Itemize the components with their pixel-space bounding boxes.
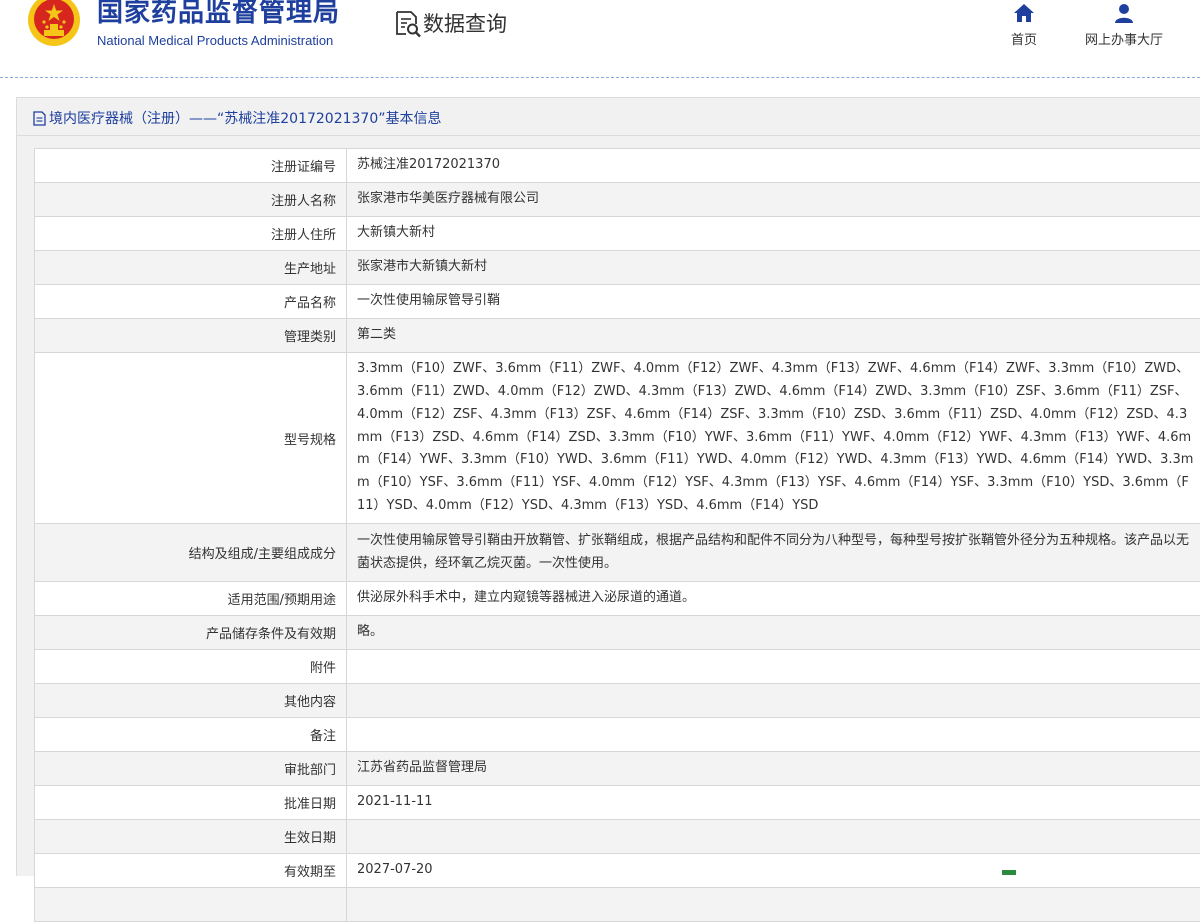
field-label: 产品储存条件及有效期 bbox=[34, 616, 347, 649]
panel-title-divider bbox=[17, 135, 1200, 136]
site-header: 国家药品监督管理局 National Medical Products Admi… bbox=[0, 0, 1200, 78]
field-label: 生效日期 bbox=[34, 820, 347, 853]
field-label: 生产地址 bbox=[34, 251, 347, 284]
table-row: 生效日期 bbox=[34, 820, 1200, 854]
field-label: 结构及组成/主要组成成分 bbox=[34, 524, 347, 581]
field-label bbox=[34, 888, 347, 921]
field-value: 供泌尿外科手术中，建立内窥镜等器械进入泌尿道的通道。 bbox=[347, 582, 1200, 615]
table-row: 批准日期 2021-11-11 bbox=[34, 786, 1200, 820]
nav-service-hall-label: 网上办事大厅 bbox=[1084, 33, 1163, 48]
field-label: 备注 bbox=[34, 718, 347, 751]
data-query-title: 数据查询 bbox=[423, 12, 507, 36]
detail-panel: 境内医疗器械（注册）——“苏械注准20172021370”基本信息 注册证编号 … bbox=[16, 97, 1200, 922]
table-row: 注册证编号 苏械注准20172021370 bbox=[34, 148, 1200, 183]
field-value: 一次性使用输尿管导引鞘由开放鞘管、扩张鞘组成，根据产品结构和配件不同分为八种型号… bbox=[347, 524, 1200, 581]
panel-title: 境内医疗器械（注册）——“苏械注准20172021370”基本信息 bbox=[33, 106, 441, 130]
field-value: 2021-11-11 bbox=[347, 786, 1200, 819]
field-label: 其他内容 bbox=[34, 684, 347, 717]
table-row: 产品储存条件及有效期 略。 bbox=[34, 616, 1200, 650]
nav-home[interactable]: 首页 bbox=[1004, 2, 1044, 48]
user-icon bbox=[1115, 4, 1133, 23]
field-value: 大新镇大新村 bbox=[347, 217, 1200, 250]
table-row: 附件 bbox=[34, 650, 1200, 684]
table-row: 注册人名称 张家港市华美医疗器械有限公司 bbox=[34, 183, 1200, 217]
field-value: 第二类 bbox=[347, 319, 1200, 352]
national-emblem-icon bbox=[28, 0, 80, 46]
table-row: 生产地址 张家港市大新镇大新村 bbox=[34, 251, 1200, 285]
field-label: 审批部门 bbox=[34, 752, 347, 785]
field-label: 适用范围/预期用途 bbox=[34, 582, 347, 615]
field-label: 注册人名称 bbox=[34, 183, 347, 216]
field-value bbox=[347, 888, 1200, 921]
table-row: 产品名称 一次性使用输尿管导引鞘 bbox=[34, 285, 1200, 319]
table-row bbox=[34, 888, 1200, 922]
field-value: 江苏省药品监督管理局 bbox=[347, 752, 1200, 785]
detail-table: 注册证编号 苏械注准20172021370 注册人名称 张家港市华美医疗器械有限… bbox=[34, 148, 1200, 922]
field-label: 型号规格 bbox=[34, 353, 347, 523]
table-row: 管理类别 第二类 bbox=[34, 319, 1200, 353]
table-row: 备注 bbox=[34, 718, 1200, 752]
field-value bbox=[347, 718, 1200, 751]
org-name-en: National Medical Products Administration bbox=[97, 33, 334, 48]
field-label: 附件 bbox=[34, 650, 347, 683]
floating-widget-edge bbox=[1002, 870, 1016, 875]
home-icon bbox=[1014, 4, 1034, 22]
field-value: 苏械注准20172021370 bbox=[347, 149, 1200, 182]
table-row: 型号规格 3.3mm（F10）ZWF、3.6mm（F11）ZWF、4.0mm（F… bbox=[34, 353, 1200, 524]
panel-title-text: 境内医疗器械（注册）——“苏械注准20172021370”基本信息 bbox=[49, 111, 442, 127]
nav-home-label: 首页 bbox=[1010, 33, 1037, 48]
field-value bbox=[347, 650, 1200, 683]
field-value bbox=[347, 820, 1200, 853]
field-label: 管理类别 bbox=[34, 319, 347, 352]
table-row: 结构及组成/主要组成成分 一次性使用输尿管导引鞘由开放鞘管、扩张鞘组成，根据产品… bbox=[34, 524, 1200, 582]
header-divider bbox=[0, 77, 1200, 78]
field-label: 批准日期 bbox=[34, 786, 347, 819]
field-value: 一次性使用输尿管导引鞘 bbox=[347, 285, 1200, 318]
field-value: 2027-07-20 bbox=[347, 854, 1200, 887]
org-name-cn: 国家药品监督管理局 bbox=[97, 0, 341, 28]
data-query-section: 数据查询 bbox=[392, 8, 507, 38]
field-value: 张家港市大新镇大新村 bbox=[347, 251, 1200, 284]
document-search-icon bbox=[396, 11, 421, 38]
table-row: 其他内容 bbox=[34, 684, 1200, 718]
field-label: 注册人住所 bbox=[34, 217, 347, 250]
field-value: 略。 bbox=[347, 616, 1200, 649]
table-row: 有效期至 2027-07-20 bbox=[34, 854, 1200, 888]
field-label: 产品名称 bbox=[34, 285, 347, 318]
table-row: 适用范围/预期用途 供泌尿外科手术中，建立内窥镜等器械进入泌尿道的通道。 bbox=[34, 582, 1200, 616]
document-icon bbox=[33, 110, 46, 126]
table-row: 审批部门 江苏省药品监督管理局 bbox=[34, 752, 1200, 786]
field-value bbox=[347, 684, 1200, 717]
field-label: 注册证编号 bbox=[34, 149, 347, 182]
field-value: 张家港市华美医疗器械有限公司 bbox=[347, 183, 1200, 216]
field-value: 3.3mm（F10）ZWF、3.6mm（F11）ZWF、4.0mm（F12）ZW… bbox=[347, 353, 1200, 523]
table-row: 注册人住所 大新镇大新村 bbox=[34, 217, 1200, 251]
nav-service-hall[interactable]: 网上办事大厅 bbox=[1078, 2, 1170, 48]
field-label: 有效期至 bbox=[34, 854, 347, 887]
